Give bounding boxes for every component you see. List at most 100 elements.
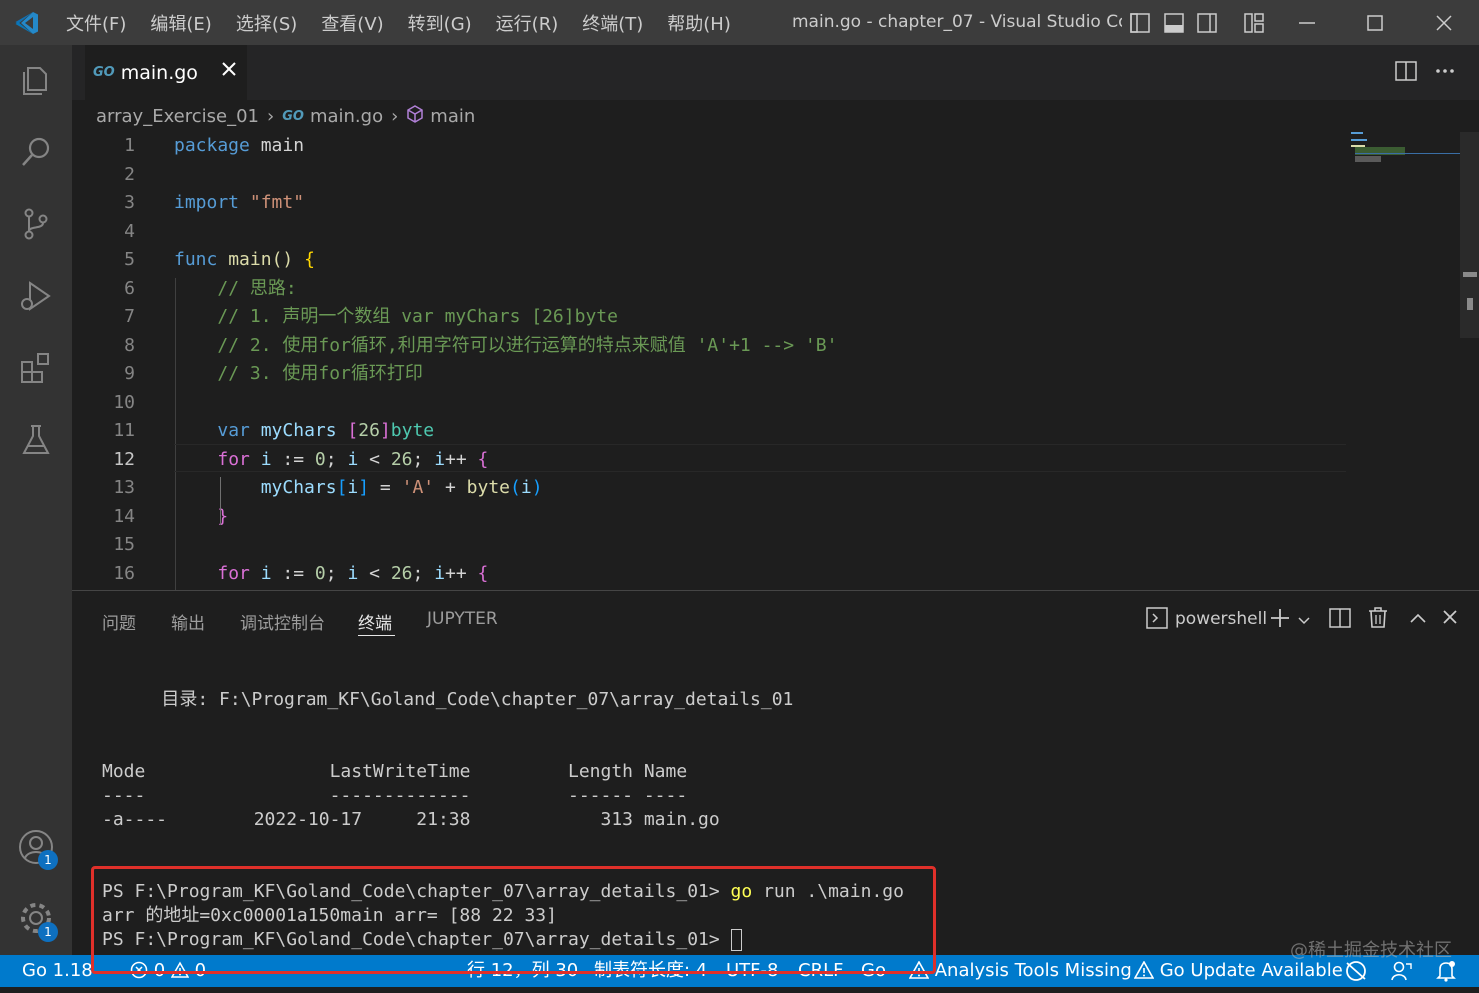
vertical-scrollbar[interactable] xyxy=(1460,132,1479,338)
analysis-label: Analysis Tools Missing xyxy=(934,960,1132,981)
code-line: import "fmt" xyxy=(174,192,305,213)
terminal-line: Mode LastWriteTime Length Name xyxy=(102,761,688,782)
breadcrumb: array_Exercise_01 › GO main.go › main xyxy=(72,100,1479,132)
accounts-badge: 1 xyxy=(38,850,58,870)
code-line: func main() { xyxy=(174,249,315,270)
code-editor[interactable]: 1 package main 2 3 import "fmt" 4 5 func main()… xyxy=(72,132,1479,590)
tab-debug-console[interactable]: 调试控制台 xyxy=(240,609,325,634)
menu-help[interactable]: 帮助(H) xyxy=(655,10,743,36)
menu-edit[interactable]: 编辑(E) xyxy=(138,10,223,36)
close-panel-icon[interactable] xyxy=(1442,609,1458,629)
close-window-icon[interactable] xyxy=(1429,8,1459,38)
breadcrumb-file[interactable]: main.go xyxy=(310,106,383,127)
code-line: for i := 0; i < 26; i++ { xyxy=(217,562,489,584)
line-number: 15 xyxy=(113,534,135,555)
toggle-secondary-sidebar-icon[interactable] xyxy=(1195,8,1219,38)
chevron-down-icon[interactable] xyxy=(1297,612,1311,631)
go-file-icon: GO xyxy=(282,108,304,124)
customize-layout-icon[interactable] xyxy=(1242,8,1266,38)
tab-main-go[interactable]: GO main.go xyxy=(85,45,247,100)
editor-tab-bar: GO main.go xyxy=(72,45,1479,100)
chevron-right-icon: › xyxy=(267,105,275,127)
tab-problems[interactable]: 问题 xyxy=(102,609,136,634)
minimap[interactable] xyxy=(1346,132,1466,192)
code-line: // 3. 使用for循环打印 xyxy=(217,363,423,384)
code-line: // 思路: xyxy=(217,277,297,299)
code-line: var myChars [26]byte xyxy=(217,420,435,441)
line-number: 5 xyxy=(124,249,135,270)
line-number: 6 xyxy=(124,277,135,299)
indent-guide xyxy=(175,278,176,590)
status-analysis-tools[interactable]: Analysis Tools Missing xyxy=(908,955,1132,987)
terminal-shell-name[interactable]: powershell xyxy=(1175,609,1267,629)
toggle-panel-icon[interactable] xyxy=(1162,8,1186,38)
line-number: 8 xyxy=(124,334,135,356)
line-number: 10 xyxy=(113,391,135,413)
source-control-icon[interactable] xyxy=(0,189,72,259)
extensions-icon[interactable] xyxy=(0,333,72,403)
breadcrumb-folder[interactable]: array_Exercise_01 xyxy=(96,106,259,127)
terminal-shell-icon xyxy=(1146,607,1168,633)
line-number: 14 xyxy=(113,505,135,527)
line-number: 3 xyxy=(124,192,135,213)
line-number: 2 xyxy=(124,163,135,185)
notifications-bell-icon[interactable] xyxy=(1436,960,1456,982)
explorer-icon[interactable] xyxy=(0,45,72,115)
minimize-icon[interactable] xyxy=(1292,8,1322,38)
tab-jupyter[interactable]: JUPYTER xyxy=(427,609,498,629)
toggle-primary-sidebar-icon[interactable] xyxy=(1128,8,1152,38)
menu-run[interactable]: 运行(R) xyxy=(484,10,571,36)
more-actions-icon[interactable] xyxy=(1434,60,1456,86)
testing-icon[interactable] xyxy=(0,405,72,475)
maximize-panel-chevron-up-icon[interactable] xyxy=(1409,610,1427,629)
search-icon[interactable] xyxy=(0,117,72,187)
menu-go[interactable]: 转到(G) xyxy=(396,10,484,36)
status-go-version[interactable]: Go 1.18 xyxy=(22,955,93,987)
terminal-line: ---- ------------- ------ ---- xyxy=(102,785,688,806)
manage-gear-icon[interactable]: 1 xyxy=(0,883,72,953)
run-debug-icon[interactable] xyxy=(0,261,72,331)
line-number: 12 xyxy=(113,448,135,470)
menu-selection[interactable]: 选择(S) xyxy=(224,10,309,36)
active-tab-underline xyxy=(358,635,395,636)
window-title: main.go - chapter_07 - Visual Studio Co.… xyxy=(792,12,1122,32)
accounts-icon[interactable]: 1 xyxy=(0,812,72,882)
line-number: 1 xyxy=(124,135,135,156)
tab-terminal[interactable]: 终端 xyxy=(358,609,392,634)
menu-view[interactable]: 查看(V) xyxy=(309,10,395,36)
line-number: 16 xyxy=(113,562,135,584)
annotation-highlight-box xyxy=(91,866,936,974)
code-line: // 1. 声明一个数组 var myChars [26]byte xyxy=(217,306,618,327)
split-editor-icon[interactable] xyxy=(1395,60,1417,86)
close-tab-icon[interactable] xyxy=(221,61,237,81)
new-terminal-icon[interactable] xyxy=(1269,607,1291,633)
feedback-icon[interactable] xyxy=(1391,960,1413,982)
menu-bar: 文件(F) 编辑(E) 选择(S) 查看(V) 转到(G) 运行(R) 终端(T… xyxy=(54,0,743,45)
tab-output[interactable]: 输出 xyxy=(171,609,205,634)
menu-file[interactable]: 文件(F) xyxy=(54,10,138,36)
code-line: myChars[i] = 'A' + byte(i) xyxy=(260,477,543,498)
update-label: Go Update Available xyxy=(1159,960,1343,981)
live-share-off-icon[interactable] xyxy=(1344,960,1368,982)
maximize-icon[interactable] xyxy=(1360,8,1390,38)
activity-bar: 1 1 xyxy=(0,45,72,955)
line-number: 13 xyxy=(113,477,135,498)
kill-terminal-trash-icon[interactable] xyxy=(1367,606,1389,632)
settings-badge: 1 xyxy=(38,922,58,942)
tab-label: main.go xyxy=(120,61,198,84)
line-number: 9 xyxy=(124,363,135,384)
vscode-logo-icon xyxy=(0,0,54,45)
line-number: 7 xyxy=(124,306,135,327)
warning-icon xyxy=(1133,960,1155,979)
title-bar: 文件(F) 编辑(E) 选择(S) 查看(V) 转到(G) 运行(R) 终端(T… xyxy=(0,0,1479,45)
chevron-right-icon: › xyxy=(391,105,399,127)
menu-terminal[interactable]: 终端(T) xyxy=(570,10,655,36)
watermark: @稀土掘金技术社区 xyxy=(1290,940,1452,961)
line-number: 4 xyxy=(124,220,135,242)
current-line-highlight xyxy=(174,444,1346,472)
code-line: // 2. 使用for循环,利用字符可以进行运算的特点来赋值 'A'+1 -->… xyxy=(217,334,838,356)
indent-guide-active xyxy=(220,477,221,525)
terminal-line: 目录: F:\Program_KF\Goland_Code\chapter_07… xyxy=(118,689,794,710)
split-terminal-icon[interactable] xyxy=(1329,607,1351,633)
breadcrumb-symbol[interactable]: main xyxy=(430,106,475,127)
